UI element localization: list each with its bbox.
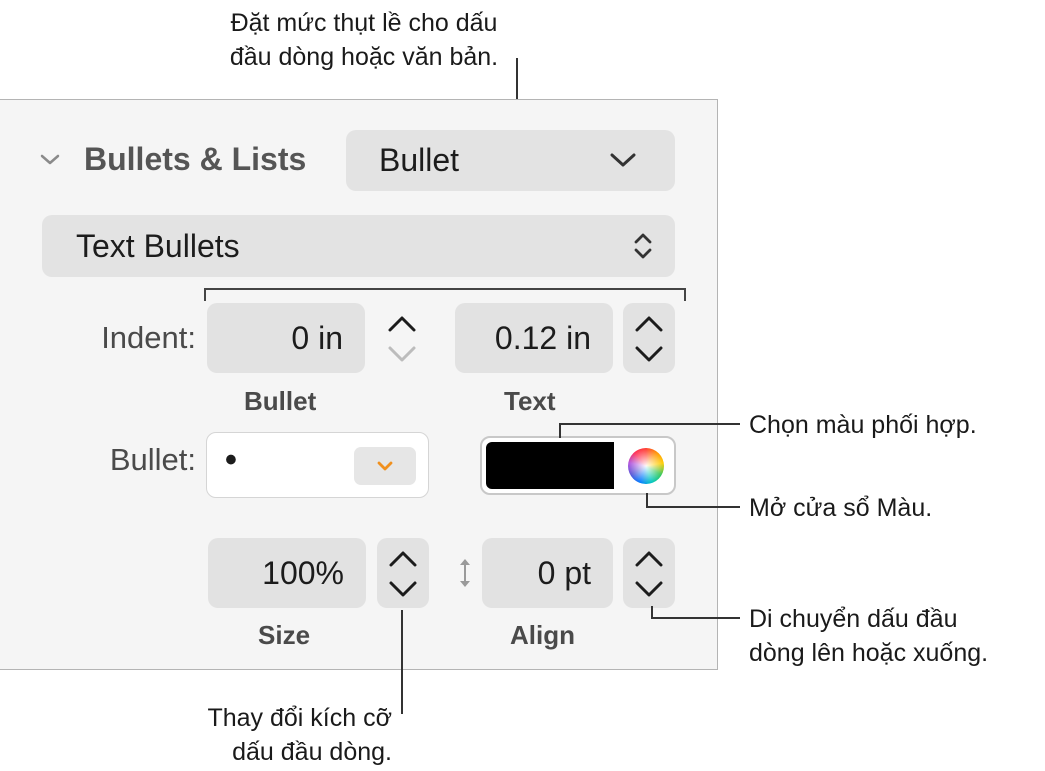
callout-indent-line2: đầu dòng hoặc văn bản. xyxy=(229,43,499,71)
bullet-color-well[interactable] xyxy=(480,436,676,495)
size-stepper[interactable] xyxy=(377,538,429,608)
callout-size-line xyxy=(401,610,403,714)
up-down-chevron-icon xyxy=(634,233,652,259)
callout-align-line-h xyxy=(651,617,740,619)
align-stepper[interactable] xyxy=(623,538,675,608)
chevron-up-icon xyxy=(635,316,663,332)
callout-align-line2: dòng lên hoặc xuống. xyxy=(749,639,989,667)
callout-indent-line1: Đặt mức thụt lề cho dấu xyxy=(230,9,498,37)
chevron-down-icon xyxy=(635,581,663,597)
callout-color-window-line-v xyxy=(646,493,648,507)
bullet-type-value: Text Bullets xyxy=(76,228,240,264)
bullet-label: Bullet: xyxy=(109,442,196,477)
callout-color-window: Mở cửa sổ Màu. xyxy=(749,494,933,522)
align-field[interactable]: 0 pt xyxy=(482,538,613,608)
callout-color: Chọn màu phối hợp. xyxy=(749,411,977,439)
section-title: Bullets & Lists xyxy=(84,141,307,177)
chevron-down-icon xyxy=(388,346,416,362)
chevron-down-icon xyxy=(635,346,663,362)
indent-bullet-sublabel: Bullet xyxy=(244,386,317,416)
size-field[interactable]: 100% xyxy=(208,538,366,608)
color-swatch[interactable] xyxy=(486,442,614,489)
list-style-popup[interactable]: Bullet xyxy=(346,130,675,191)
indent-bracket xyxy=(204,288,686,301)
indent-bullet-stepper[interactable] xyxy=(376,303,428,373)
vertical-arrows-icon xyxy=(460,559,470,587)
callout-align: Di chuyển dấu đầu dòng lên hoặc xuống. xyxy=(749,602,988,670)
chevron-down-icon xyxy=(610,153,636,167)
callout-size: Thay đổi kích cỡ dấu đầu dòng. xyxy=(170,701,392,769)
chevron-down-icon xyxy=(377,461,393,471)
callout-color-window-line-h xyxy=(646,506,740,508)
chevron-down-icon xyxy=(389,581,417,597)
chevron-up-icon xyxy=(635,551,663,567)
callout-color-line-h xyxy=(559,423,740,425)
callout-size-line2: dấu đầu dòng. xyxy=(232,738,392,766)
indent-label: Indent: xyxy=(101,320,196,355)
bullet-character-field[interactable]: • xyxy=(206,432,429,498)
chevron-up-icon xyxy=(389,551,417,567)
align-sublabel: Align xyxy=(510,620,575,650)
indent-bullet-field[interactable]: 0 in xyxy=(207,303,365,373)
indent-text-stepper[interactable] xyxy=(623,303,675,373)
color-wheel-icon[interactable] xyxy=(628,448,664,484)
callout-align-line1: Di chuyển dấu đầu xyxy=(749,605,958,633)
list-style-value: Bullet xyxy=(379,142,460,178)
chevron-up-icon xyxy=(388,316,416,332)
bullet-character-popup-button[interactable] xyxy=(354,447,416,485)
bullet-type-popup[interactable]: Text Bullets xyxy=(42,215,675,277)
callout-size-line1: Thay đổi kích cỡ xyxy=(207,704,392,732)
chevron-down-icon[interactable] xyxy=(38,148,62,172)
indent-text-sublabel: Text xyxy=(504,386,556,416)
callout-indent: Đặt mức thụt lề cho dấu đầu dòng hoặc vă… xyxy=(194,6,534,74)
size-sublabel: Size xyxy=(258,620,311,650)
bullet-character: • xyxy=(225,441,237,479)
callout-color-line-v xyxy=(559,424,561,438)
indent-text-field[interactable]: 0.12 in xyxy=(455,303,613,373)
